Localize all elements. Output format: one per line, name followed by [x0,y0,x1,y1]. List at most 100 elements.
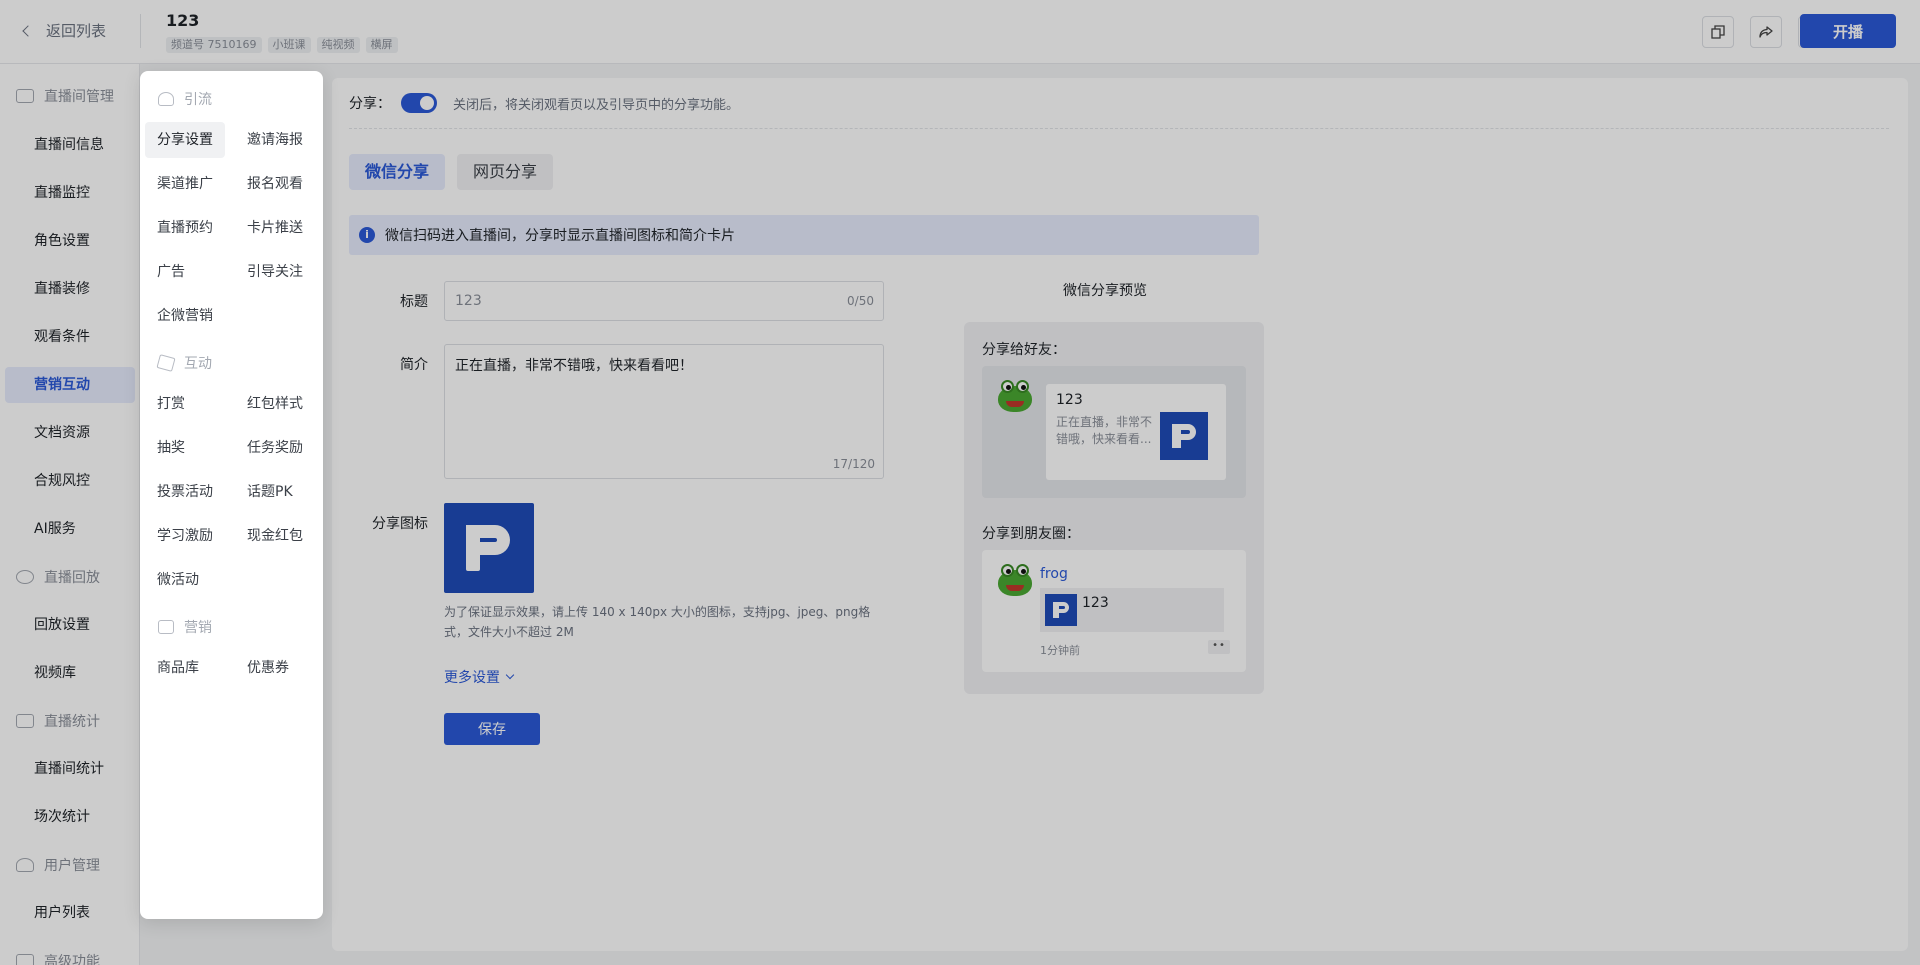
more-dots-icon[interactable]: •• [1208,640,1230,654]
title-char-count: 0/50 [847,294,874,308]
section-marketing: 营销 [158,617,212,637]
menu-product-library[interactable]: 商品库 [145,650,211,686]
menu-channel-promo[interactable]: 渠道推广 [145,166,225,202]
title-input[interactable]: 123 0/50 [444,281,884,321]
wechat-preview: 分享给好友： 123 正在直播，非常不错哦，快来看看... 分享到朋友圈： fr… [964,322,1264,694]
sidebar-item-video-library[interactable]: 视频库 [5,655,135,691]
moment-link-title: 123 [1082,595,1109,611]
sidebar-item-decoration[interactable]: 直播装修 [5,271,135,307]
preview-title: 微信分享预览 [1063,283,1147,299]
back-label: 返回列表 [46,22,107,40]
sidebar-item-ai[interactable]: AI服务 [5,511,135,547]
menu-ads[interactable]: 广告 [145,254,197,290]
chevron-down-icon [505,670,515,680]
menu-invite-poster[interactable]: 邀请海报 [235,122,315,158]
share-settings-panel: 分享： 关闭后，将关闭观看页以及引导页中的分享功能。 微信分享 网页分享 i 微… [332,78,1908,951]
menu-live-reserve[interactable]: 直播预约 [145,210,225,246]
friend-share-card: 123 正在直播，非常不错哦，快来看看... [1046,384,1226,480]
share-label: 分享： [349,96,391,112]
moment-user-name: frog [1040,566,1068,582]
menu-learning-incentive[interactable]: 学习激励 [145,518,225,554]
info-icon: i [359,227,375,243]
menu-coupons[interactable]: 优惠券 [235,650,301,686]
menu-signup-watch[interactable]: 报名观看 [235,166,315,202]
menu-vote[interactable]: 投票活动 [145,474,225,510]
users-icon [158,92,174,106]
sidebar-item-user-list[interactable]: 用户列表 [5,895,135,931]
sidebar-item-room-stats[interactable]: 直播间统计 [5,751,135,787]
menu-lottery[interactable]: 抽奖 [145,430,197,466]
tab-wechat-share[interactable]: 微信分享 [349,154,446,190]
tag-orientation: 横屏 [365,37,398,53]
menu-micro-activity[interactable]: 微活动 [145,562,211,598]
share-hint: 关闭后，将关闭观看页以及引导页中的分享功能。 [453,97,740,113]
menu-wecom-marketing[interactable]: 企微营销 [145,298,225,334]
info-banner: i 微信扫码进入直播间，分享时显示直播间图标和简介卡片 [349,215,1259,255]
sidebar-item-session-stats[interactable]: 场次统计 [5,799,135,835]
sidebar-item-monitor[interactable]: 直播监控 [5,175,135,211]
title-label: 标题 [400,294,428,310]
tag-video-type: 纯视频 [316,37,360,53]
room-title: 123 [166,11,200,30]
menu-task-reward[interactable]: 任务奖励 [235,430,315,466]
desc-label: 简介 [400,357,428,373]
tag-channel: 频道号 7510169 [166,37,262,53]
share-icon-upload[interactable] [444,503,534,593]
friend-card-desc: 正在直播，非常不错哦，快来看看... [1056,415,1153,446]
go-live-button[interactable]: 开播 [1800,14,1896,48]
desc-textarea[interactable]: 正在直播，非常不错哦，快来看看吧！ 17/120 [444,344,884,479]
desc-char-count: 17/120 [832,457,875,471]
desc-value: 正在直播，非常不错哦，快来看看吧！ [455,358,693,374]
frog-avatar [998,380,1032,414]
menu-follow-guide[interactable]: 引导关注 [235,254,315,290]
sidebar-group-stats[interactable]: 直播统计 [16,711,100,731]
menu-cash-redpacket[interactable]: 现金红包 [235,518,315,554]
sidebar-item-compliance[interactable]: 合规风控 [5,463,135,499]
sidebar-item-marketing[interactable]: 营销互动 [5,367,135,403]
back-to-list-link[interactable]: 返回列表 [22,20,107,41]
section-traffic: 引流 [158,89,212,109]
sidebar-item-roles[interactable]: 角色设置 [5,223,135,259]
bag-icon [158,620,174,634]
sidebar-item-documents[interactable]: 文档资源 [5,415,135,451]
save-button[interactable]: 保存 [444,713,540,745]
menu-topic-pk[interactable]: 话题PK [235,474,305,510]
left-sidebar: 直播间管理 直播间信息 直播监控 角色设置 直播装修 观看条件 营销互动 文档资… [0,64,140,965]
share-icon-hint: 为了保证显示效果，请上传 140 x 140px 大小的图标，支持jpg、jpe… [444,605,871,639]
chart-icon [16,714,34,728]
friend-share-preview: 123 正在直播，非常不错哦，快来看看... [982,366,1246,498]
chevron-left-icon [22,24,34,37]
frog-avatar [998,564,1032,598]
replay-icon [16,570,34,584]
sidebar-group-advanced[interactable]: 高级功能 [16,951,100,965]
more-settings-link[interactable]: 更多设置 [444,667,515,687]
moment-link-card: 123 [1040,588,1224,632]
menu-tipping[interactable]: 打赏 [145,386,197,422]
sidebar-group-live-manage[interactable]: 直播间管理 [16,86,114,106]
sidebar-group-replay[interactable]: 直播回放 [16,567,100,587]
p-logo-icon [462,521,516,575]
moments-share-preview: frog 123 1分钟前 •• [982,550,1246,672]
share-toggle-row: 分享： 关闭后，将关闭观看页以及引导页中的分享功能。 [349,93,739,113]
top-header: 返回列表 123 频道号 7510169 小班课 纯视频 横屏 开播 [0,0,1920,64]
monitor-icon [16,89,34,103]
sidebar-item-replay-settings[interactable]: 回放设置 [5,607,135,643]
box-icon [16,954,34,965]
sidebar-group-users[interactable]: 用户管理 [16,855,100,875]
section-interaction: 互动 [156,353,212,373]
share-tabs: 微信分享 网页分享 [349,154,554,190]
menu-redpacket-style[interactable]: 红包样式 [235,386,315,422]
title-value: 123 [455,293,482,309]
moments-share-label: 分享到朋友圈： [982,526,1080,542]
friend-share-label: 分享给好友： [982,342,1066,358]
menu-card-push[interactable]: 卡片推送 [235,210,315,246]
share-arrow-icon[interactable] [1750,16,1782,48]
sidebar-item-room-info[interactable]: 直播间信息 [5,127,135,163]
copy-icon[interactable] [1702,16,1734,48]
menu-share-settings[interactable]: 分享设置 [145,122,225,158]
tab-web-share[interactable]: 网页分享 [457,154,554,190]
share-toggle[interactable] [401,93,437,113]
marketing-menu-popover: 引流 分享设置 邀请海报 渠道推广 报名观看 直播预约 卡片推送 广告 引导关注… [140,71,323,919]
share-icon-label: 分享图标 [372,516,428,532]
sidebar-item-watch-conditions[interactable]: 观看条件 [5,319,135,355]
